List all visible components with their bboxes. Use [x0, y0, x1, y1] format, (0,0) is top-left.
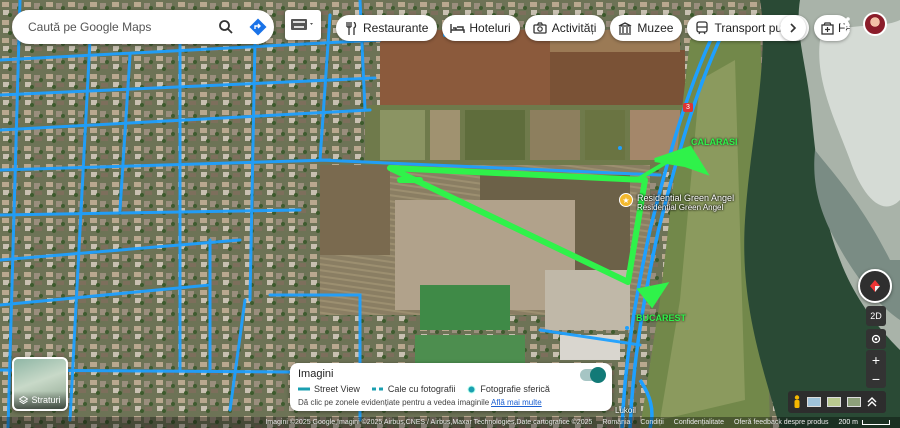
highway-label-south: BUCAREST [636, 313, 687, 323]
category-chips: Restaurante Hoteluri Activități Muzee Tr… [336, 15, 851, 41]
imagery-tile-3[interactable] [847, 397, 861, 407]
layers-button[interactable]: Straturi [12, 357, 68, 411]
compass-icon [870, 280, 880, 292]
imagery-toggle[interactable] [580, 367, 606, 383]
country-label: România [602, 419, 631, 426]
chip-restaurants[interactable]: Restaurante [336, 15, 438, 41]
toggle-2d-button[interactable]: 2D [866, 306, 886, 326]
feedback-link[interactable]: Oferă feedback despre produs [734, 419, 829, 426]
crosshair-icon [871, 334, 881, 344]
pegman-icon[interactable] [793, 395, 801, 409]
search-input[interactable]: Caută pe Google Maps [28, 20, 210, 34]
privacy-link[interactable]: Confidențialitate [674, 419, 724, 426]
camera-icon [532, 20, 548, 36]
keyboard-icon [291, 19, 313, 30]
terms-link[interactable]: Condiții [640, 419, 663, 426]
legend-photo-path: Cale cu fotografii [371, 384, 455, 394]
museum-icon [617, 20, 633, 36]
chip-museums[interactable]: Muzee [610, 15, 683, 41]
train-icon [694, 20, 710, 36]
chip-hotels[interactable]: Hoteluri [442, 15, 520, 41]
search-box[interactable]: Caută pe Google Maps [12, 10, 274, 44]
apps-grid-icon[interactable] [833, 16, 851, 34]
directions-icon[interactable] [242, 11, 274, 43]
solid-line-icon [298, 387, 310, 391]
place-label-bottom: Lukoil [615, 406, 636, 415]
legend-street-view: Street View [298, 384, 360, 394]
expand-up-icon[interactable] [867, 396, 877, 408]
chip-activities[interactable]: Activități [524, 15, 606, 41]
route-number-shield: 3 [683, 103, 693, 112]
dashed-line-icon [371, 387, 383, 391]
imagery-tile-2[interactable] [827, 397, 841, 407]
chevron-right-icon [790, 23, 797, 33]
imagery-credits: Imagini ©2025 Google,Imagini ©2025 Airbu… [265, 419, 593, 426]
search-icon[interactable] [210, 11, 242, 43]
zoom-control: + − [866, 350, 886, 388]
imagery-hint: Dă clic pe zonele evidențiate pentru a v… [298, 398, 542, 407]
imagery-tile-1[interactable] [807, 397, 821, 407]
layers-icon [19, 395, 29, 404]
poi-marker[interactable]: ★ Residential Green Angel Residential Gr… [619, 193, 734, 213]
scale-bar[interactable]: 200 m [839, 419, 890, 426]
zoom-out-button[interactable]: − [872, 371, 880, 387]
highway-label-north: CALARASI [691, 137, 738, 147]
my-location-button[interactable] [866, 329, 886, 349]
poi-name: Residential Green Angel Residential Gree… [637, 193, 735, 212]
dot-icon [467, 385, 476, 393]
layers-label: Straturi [31, 395, 61, 405]
imagery-title: Imagini [298, 368, 334, 380]
imagery-panel: Imagini Street View Cale cu fotografii F… [290, 363, 612, 411]
street-view-bar [788, 391, 886, 413]
star-pin-icon[interactable]: ★ [619, 193, 633, 207]
attribution-bar: Imagini ©2025 Google,Imagini ©2025 Airbu… [0, 417, 900, 428]
chips-scroll-right-button[interactable] [780, 15, 806, 41]
bed-icon [449, 20, 465, 36]
account-avatar[interactable] [863, 12, 887, 36]
legend-sphere-photo: Fotografie sferică [467, 384, 550, 394]
learn-more-link[interactable]: Află mai multe [491, 398, 542, 407]
fork-knife-icon [343, 20, 359, 36]
zoom-in-button[interactable]: + [872, 352, 880, 368]
compass-button[interactable] [858, 269, 892, 303]
keyboard-toggle[interactable] [285, 10, 321, 40]
